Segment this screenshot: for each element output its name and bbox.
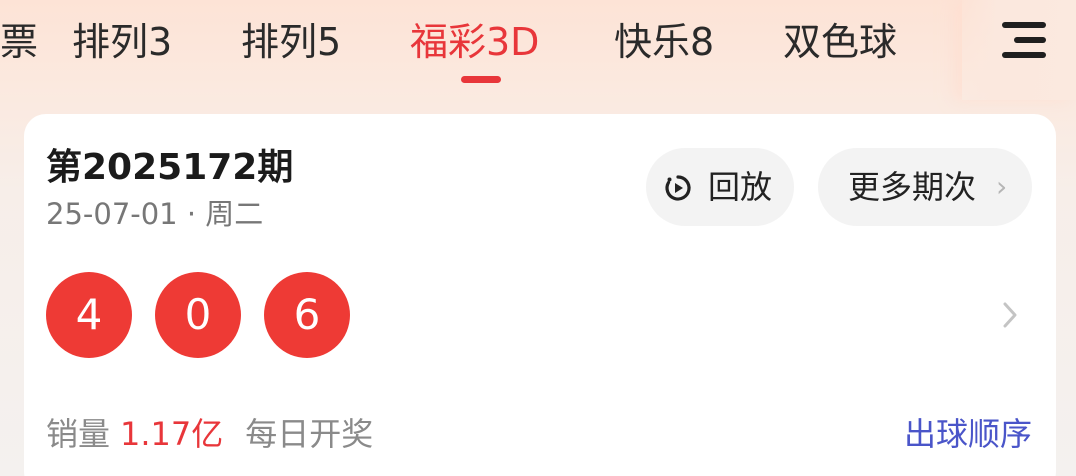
replay-button[interactable]: 回放: [646, 148, 794, 226]
number-ball: 0: [155, 272, 241, 358]
more-issues-button[interactable]: 更多期次 ›: [818, 148, 1032, 226]
active-tab-indicator: [461, 76, 501, 83]
draw-frequency: 每日开奖: [245, 415, 374, 453]
issue-number: 第2025172期: [46, 147, 294, 188]
chevron-right-icon[interactable]: [1000, 298, 1020, 332]
tab-shuangseqiu[interactable]: 双色球: [783, 14, 897, 70]
tab-pailie3[interactable]: 排列3: [72, 14, 172, 70]
sales-info: 销量 1.17亿 每日开奖: [46, 412, 373, 456]
draw-date: 25-07-01 · 周二: [46, 197, 264, 231]
number-ball: 6: [264, 272, 350, 358]
more-issues-label: 更多期次: [848, 168, 977, 206]
ball-order-link[interactable]: 出球顺序: [904, 412, 1032, 456]
replay-label: 回放: [708, 168, 773, 206]
chevron-right-icon: ›: [996, 170, 1008, 203]
replay-icon: [665, 175, 691, 201]
tab-fucai3d[interactable]: 福彩3D: [410, 14, 539, 70]
draw-result-card: 第2025172期 25-07-01 · 周二 回放 更多期次 › 4 0 6 …: [24, 114, 1056, 476]
tab-pailie5[interactable]: 排列5: [241, 14, 341, 70]
sales-label: 销量: [46, 415, 111, 453]
tab-lottery-partial[interactable]: 彩票: [0, 14, 38, 70]
tab-kuaile8[interactable]: 快乐8: [614, 14, 714, 70]
number-ball: 4: [46, 272, 132, 358]
lottery-tab-bar: 彩票 排列3 排列5 福彩3D 快乐8 双色球: [0, 0, 1076, 110]
hamburger-menu-icon[interactable]: [998, 20, 1046, 60]
sales-value: 1.17亿: [120, 415, 224, 453]
